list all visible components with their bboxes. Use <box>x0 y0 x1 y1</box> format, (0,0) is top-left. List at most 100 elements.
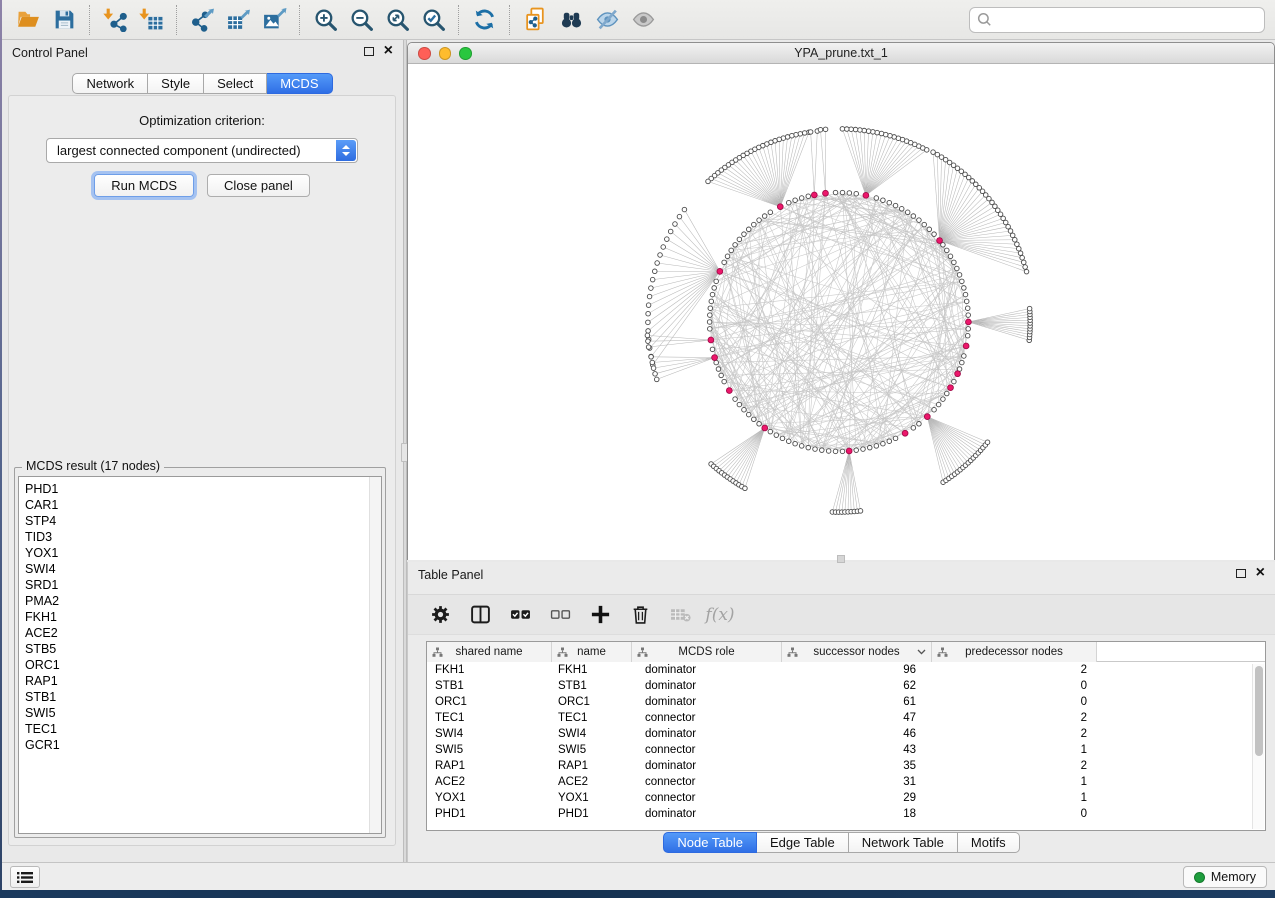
table-row[interactable]: RAP1RAP1dominator352 <box>427 758 1265 774</box>
refresh-icon[interactable] <box>466 4 502 36</box>
table-cell: TEC1 <box>427 710 552 726</box>
table-row[interactable]: YOX1YOX1connector291 <box>427 790 1265 806</box>
mcds-result-item[interactable]: YOX1 <box>25 545 381 561</box>
column-header-shared-name[interactable]: shared name <box>427 642 552 662</box>
show-all-columns-icon[interactable] <box>504 600 536 630</box>
table-row[interactable]: PHD1PHD1dominator180 <box>427 806 1265 822</box>
table-cell: YOX1 <box>427 790 552 806</box>
table-cell: dominator <box>632 678 782 694</box>
float-panel-icon[interactable] <box>364 47 374 56</box>
tab-network-table[interactable]: Network Table <box>849 832 958 853</box>
run-mcds-button[interactable]: Run MCDS <box>94 174 194 197</box>
preview-eye-icon[interactable] <box>625 4 661 36</box>
mcds-result-item[interactable]: RAP1 <box>25 673 381 689</box>
network-graph[interactable] <box>408 64 1274 560</box>
table-row[interactable]: SWI5SWI5connector431 <box>427 742 1265 758</box>
window-minimize-icon[interactable] <box>439 47 452 60</box>
function-builder-icon[interactable]: f(x) <box>704 600 736 630</box>
memory-button[interactable]: Memory <box>1183 866 1267 888</box>
mcds-result-item[interactable]: PHD1 <box>25 481 381 497</box>
export-image-icon[interactable] <box>256 4 292 36</box>
tab-motifs[interactable]: Motifs <box>958 832 1020 853</box>
mcds-result-item[interactable]: STB1 <box>25 689 381 705</box>
tab-mcds[interactable]: MCDS <box>267 73 332 94</box>
horizontal-splitter-grip[interactable] <box>837 555 845 563</box>
open-file-icon[interactable] <box>10 4 46 36</box>
zoom-in-icon[interactable] <box>307 4 343 36</box>
table-cell: 2 <box>932 662 1097 678</box>
export-table-icon[interactable] <box>220 4 256 36</box>
hide-all-columns-icon[interactable] <box>544 600 576 630</box>
table-row[interactable]: SWI4SWI4dominator462 <box>427 726 1265 742</box>
mcds-result-item[interactable]: CAR1 <box>25 497 381 513</box>
toggle-visibility-icon[interactable] <box>589 4 625 36</box>
close-panel-button[interactable]: Close panel <box>207 174 310 197</box>
mcds-result-item[interactable]: FKH1 <box>25 609 381 625</box>
table-scrollbar[interactable] <box>1252 664 1264 829</box>
close-panel-icon[interactable]: × <box>384 45 393 57</box>
zoom-selected-icon[interactable] <box>415 4 451 36</box>
table-row[interactable]: FKH1FKH1dominator962 <box>427 662 1265 678</box>
window-zoom-icon[interactable] <box>459 47 472 60</box>
tab-select[interactable]: Select <box>204 73 267 94</box>
graph-fan-edges <box>647 129 1030 512</box>
search-field[interactable] <box>969 7 1265 33</box>
column-header-name[interactable]: name <box>552 642 632 662</box>
table-row[interactable]: ORC1ORC1dominator610 <box>427 694 1265 710</box>
close-panel-icon[interactable]: × <box>1256 567 1265 579</box>
add-column-icon[interactable] <box>584 600 616 630</box>
export-network-icon[interactable] <box>184 4 220 36</box>
table-row[interactable]: STB1STB1dominator620 <box>427 678 1265 694</box>
column-header-successor-nodes[interactable]: successor nodes <box>782 642 932 662</box>
column-header-predecessor-nodes[interactable]: predecessor nodes <box>932 642 1097 662</box>
cytoscape-app-window: Control Panel × NetworkStyleSelectMCDS O… <box>2 0 1275 890</box>
copy-network-icon[interactable] <box>517 4 553 36</box>
node-table[interactable]: shared namenameMCDS rolesuccessor nodesp… <box>426 641 1266 831</box>
optimization-criterion-label: Optimization criterion: <box>9 113 395 128</box>
mcds-result-item[interactable]: TID3 <box>25 529 381 545</box>
search-input[interactable] <box>992 13 1257 27</box>
search-objects-icon[interactable] <box>553 4 589 36</box>
toolbar-separator <box>509 5 510 35</box>
mcds-result-item[interactable]: STB5 <box>25 641 381 657</box>
mcds-result-item[interactable]: PMA2 <box>25 593 381 609</box>
tab-node-table[interactable]: Node Table <box>663 832 757 853</box>
mcds-result-item[interactable]: STP4 <box>25 513 381 529</box>
delete-column-icon[interactable] <box>624 600 656 630</box>
show-log-list-icon[interactable] <box>10 866 40 888</box>
float-panel-icon[interactable] <box>1236 569 1246 578</box>
import-network-icon[interactable] <box>97 4 133 36</box>
table-cell: ACE2 <box>552 774 632 790</box>
mcds-result-item[interactable]: SWI4 <box>25 561 381 577</box>
mcds-result-list[interactable]: PHD1CAR1STP4TID3YOX1SWI4SRD1PMA2FKH1ACE2… <box>18 476 382 834</box>
tab-edge-table[interactable]: Edge Table <box>757 832 849 853</box>
memory-status-icon <box>1194 872 1205 883</box>
table-row[interactable]: ACE2ACE2connector311 <box>427 774 1265 790</box>
table-cell: 61 <box>782 694 932 710</box>
desktop-wallpaper-bottom <box>0 890 1275 898</box>
import-table-icon[interactable] <box>133 4 169 36</box>
scrollbar-thumb[interactable] <box>1255 666 1263 756</box>
delete-table-icon[interactable] <box>664 600 696 630</box>
window-close-icon[interactable] <box>418 47 431 60</box>
network-canvas[interactable] <box>408 64 1274 560</box>
optimization-criterion-select[interactable]: largest connected component (undirected) <box>46 138 358 163</box>
mcds-result-item[interactable]: ACE2 <box>25 625 381 641</box>
tab-network[interactable]: Network <box>72 73 148 94</box>
zoom-out-icon[interactable] <box>343 4 379 36</box>
panel-layout-icon[interactable] <box>464 600 496 630</box>
save-session-icon[interactable] <box>46 4 82 36</box>
column-header-MCDS-role[interactable]: MCDS role <box>632 642 782 662</box>
mcds-result-item[interactable]: SRD1 <box>25 577 381 593</box>
zoom-fit-icon[interactable] <box>379 4 415 36</box>
mcds-result-item[interactable]: SWI5 <box>25 705 381 721</box>
mcds-result-item[interactable]: GCR1 <box>25 737 381 753</box>
tab-style[interactable]: Style <box>148 73 204 94</box>
table-cell: 18 <box>782 806 932 822</box>
mcds-result-item[interactable]: ORC1 <box>25 657 381 673</box>
table-settings-gear-icon[interactable] <box>424 600 456 630</box>
network-window-titlebar[interactable]: YPA_prune.txt_1 <box>408 43 1274 64</box>
table-row[interactable]: TEC1TEC1connector472 <box>427 710 1265 726</box>
mcds-list-scrollbar[interactable] <box>369 477 381 833</box>
mcds-result-item[interactable]: TEC1 <box>25 721 381 737</box>
